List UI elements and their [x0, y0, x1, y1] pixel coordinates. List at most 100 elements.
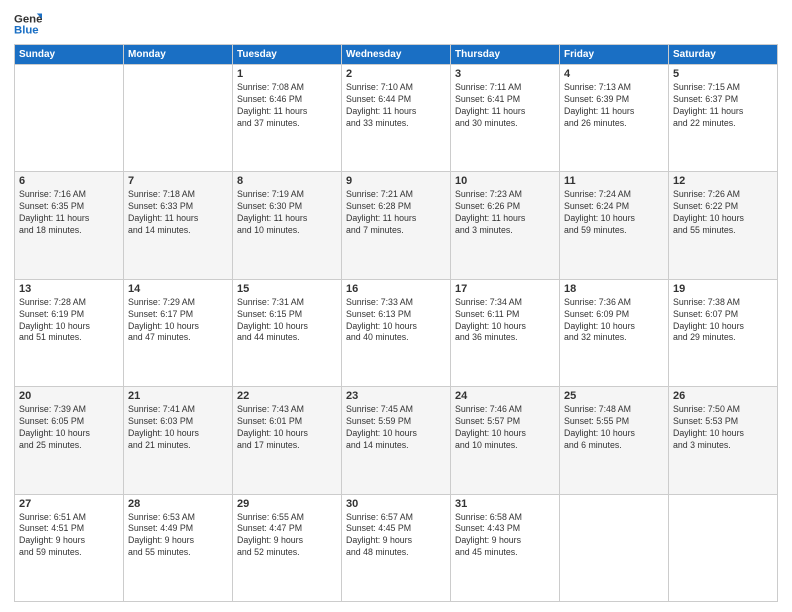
day-info: Sunrise: 6:58 AM Sunset: 4:43 PM Dayligh… [455, 512, 555, 560]
day-number: 5 [673, 68, 773, 80]
day-info: Sunrise: 7:29 AM Sunset: 6:17 PM Dayligh… [128, 297, 228, 345]
calendar-body: 1Sunrise: 7:08 AM Sunset: 6:46 PM Daylig… [15, 65, 778, 602]
day-number: 14 [128, 283, 228, 295]
calendar-cell: 20 Sunrise: 7:39 AM Sunset: 6:05 PM Dayli… [15, 387, 124, 494]
calendar-week-2: 6 Sunrise: 7:16 AM Sunset: 6:35 PM Daylig… [15, 172, 778, 279]
calendar-cell: 19Sunrise: 7:38 AM Sunset: 6:07 PM Dayli… [669, 279, 778, 386]
day-info: Sunrise: 7:43 AM Sunset: 6:01 PM Dayligh… [237, 404, 337, 452]
day-header-friday: Friday [560, 45, 669, 65]
calendar-cell: 23 Sunrise: 7:45 AM Sunset: 5:59 PM Dayli… [342, 387, 451, 494]
day-info: Sunrise: 7:24 AM Sunset: 6:24 PM Dayligh… [564, 189, 664, 237]
calendar-cell: 26 Sunrise: 7:50 AM Sunset: 5:53 PM Dayli… [669, 387, 778, 494]
day-header-thursday: Thursday [451, 45, 560, 65]
day-info: Sunrise: 7:16 AM Sunset: 6:35 PM Dayligh… [19, 189, 119, 237]
day-number: 16 [346, 283, 446, 295]
calendar-week-3: 13Sunrise: 7:28 AM Sunset: 6:19 PM Dayli… [15, 279, 778, 386]
calendar-cell: 21Sunrise: 7:41 AM Sunset: 6:03 PM Dayli… [124, 387, 233, 494]
day-number: 11 [564, 175, 664, 187]
day-info: Sunrise: 7:34 AM Sunset: 6:11 PM Dayligh… [455, 297, 555, 345]
calendar-cell: 1Sunrise: 7:08 AM Sunset: 6:46 PM Daylig… [233, 65, 342, 172]
day-number: 8 [237, 175, 337, 187]
day-number: 18 [564, 283, 664, 295]
calendar-cell: 16 Sunrise: 7:33 AM Sunset: 6:13 PM Dayli… [342, 279, 451, 386]
day-number: 25 [564, 390, 664, 402]
day-number: 29 [237, 498, 337, 510]
day-number: 4 [564, 68, 664, 80]
day-number: 3 [455, 68, 555, 80]
calendar-cell: 17 Sunrise: 7:34 AM Sunset: 6:11 PM Dayli… [451, 279, 560, 386]
day-info: Sunrise: 7:28 AM Sunset: 6:19 PM Dayligh… [19, 297, 119, 345]
day-number: 9 [346, 175, 446, 187]
day-info: Sunrise: 7:21 AM Sunset: 6:28 PM Dayligh… [346, 189, 446, 237]
calendar-cell: 18 Sunrise: 7:36 AM Sunset: 6:09 PM Dayli… [560, 279, 669, 386]
calendar-cell: 14 Sunrise: 7:29 AM Sunset: 6:17 PM Dayli… [124, 279, 233, 386]
calendar-header: SundayMondayTuesdayWednesdayThursdayFrid… [15, 45, 778, 65]
calendar-cell: 28 Sunrise: 6:53 AM Sunset: 4:49 PM Dayli… [124, 494, 233, 601]
day-number: 26 [673, 390, 773, 402]
day-header-tuesday: Tuesday [233, 45, 342, 65]
day-info: Sunrise: 6:53 AM Sunset: 4:49 PM Dayligh… [128, 512, 228, 560]
day-info: Sunrise: 6:55 AM Sunset: 4:47 PM Dayligh… [237, 512, 337, 560]
day-header-monday: Monday [124, 45, 233, 65]
day-number: 20 [19, 390, 119, 402]
calendar-cell: 9 Sunrise: 7:21 AM Sunset: 6:28 PM Daylig… [342, 172, 451, 279]
day-info: Sunrise: 7:45 AM Sunset: 5:59 PM Dayligh… [346, 404, 446, 452]
day-info: Sunrise: 7:26 AM Sunset: 6:22 PM Dayligh… [673, 189, 773, 237]
day-number: 1 [237, 68, 337, 80]
page-header: General Blue [14, 10, 778, 38]
day-info: Sunrise: 7:46 AM Sunset: 5:57 PM Dayligh… [455, 404, 555, 452]
day-info: Sunrise: 6:51 AM Sunset: 4:51 PM Dayligh… [19, 512, 119, 560]
day-info: Sunrise: 7:33 AM Sunset: 6:13 PM Dayligh… [346, 297, 446, 345]
calendar-table: SundayMondayTuesdayWednesdayThursdayFrid… [14, 44, 778, 602]
day-info: Sunrise: 7:11 AM Sunset: 6:41 PM Dayligh… [455, 82, 555, 130]
calendar-cell: 4 Sunrise: 7:13 AM Sunset: 6:39 PM Daylig… [560, 65, 669, 172]
calendar-cell: 12 Sunrise: 7:26 AM Sunset: 6:22 PM Dayli… [669, 172, 778, 279]
calendar-cell: 31 Sunrise: 6:58 AM Sunset: 4:43 PM Dayli… [451, 494, 560, 601]
day-number: 22 [237, 390, 337, 402]
calendar-cell: 25 Sunrise: 7:48 AM Sunset: 5:55 PM Dayli… [560, 387, 669, 494]
logo: General Blue [14, 10, 42, 38]
day-info: Sunrise: 7:48 AM Sunset: 5:55 PM Dayligh… [564, 404, 664, 452]
day-info: Sunrise: 7:50 AM Sunset: 5:53 PM Dayligh… [673, 404, 773, 452]
calendar-cell: 13Sunrise: 7:28 AM Sunset: 6:19 PM Dayli… [15, 279, 124, 386]
day-number: 24 [455, 390, 555, 402]
day-header-wednesday: Wednesday [342, 45, 451, 65]
calendar-week-4: 20 Sunrise: 7:39 AM Sunset: 6:05 PM Dayli… [15, 387, 778, 494]
day-info: Sunrise: 7:38 AM Sunset: 6:07 PM Dayligh… [673, 297, 773, 345]
day-number: 12 [673, 175, 773, 187]
day-number: 27 [19, 498, 119, 510]
day-number: 31 [455, 498, 555, 510]
day-info: Sunrise: 7:23 AM Sunset: 6:26 PM Dayligh… [455, 189, 555, 237]
calendar-cell: 5Sunrise: 7:15 AM Sunset: 6:37 PM Daylig… [669, 65, 778, 172]
calendar-cell: 29 Sunrise: 6:55 AM Sunset: 4:47 PM Dayli… [233, 494, 342, 601]
day-info: Sunrise: 7:36 AM Sunset: 6:09 PM Dayligh… [564, 297, 664, 345]
day-info: Sunrise: 7:13 AM Sunset: 6:39 PM Dayligh… [564, 82, 664, 130]
calendar-cell: 7Sunrise: 7:18 AM Sunset: 6:33 PM Daylig… [124, 172, 233, 279]
calendar-cell: 11 Sunrise: 7:24 AM Sunset: 6:24 PM Dayli… [560, 172, 669, 279]
calendar-cell [124, 65, 233, 172]
day-number: 7 [128, 175, 228, 187]
calendar-cell: 22 Sunrise: 7:43 AM Sunset: 6:01 PM Dayli… [233, 387, 342, 494]
day-number: 2 [346, 68, 446, 80]
day-info: Sunrise: 7:10 AM Sunset: 6:44 PM Dayligh… [346, 82, 446, 130]
day-number: 17 [455, 283, 555, 295]
calendar-cell: 24 Sunrise: 7:46 AM Sunset: 5:57 PM Dayli… [451, 387, 560, 494]
day-number: 23 [346, 390, 446, 402]
calendar-cell: 27 Sunrise: 6:51 AM Sunset: 4:51 PM Dayli… [15, 494, 124, 601]
day-number: 10 [455, 175, 555, 187]
calendar-cell: 10 Sunrise: 7:23 AM Sunset: 6:26 PM Dayli… [451, 172, 560, 279]
logo-icon: General Blue [14, 10, 42, 38]
day-number: 6 [19, 175, 119, 187]
calendar-cell [669, 494, 778, 601]
calendar-cell: 8 Sunrise: 7:19 AM Sunset: 6:30 PM Daylig… [233, 172, 342, 279]
day-info: Sunrise: 7:19 AM Sunset: 6:30 PM Dayligh… [237, 189, 337, 237]
day-number: 28 [128, 498, 228, 510]
day-number: 15 [237, 283, 337, 295]
calendar-cell: 30Sunrise: 6:57 AM Sunset: 4:45 PM Dayli… [342, 494, 451, 601]
day-number: 21 [128, 390, 228, 402]
calendar-cell: 3 Sunrise: 7:11 AM Sunset: 6:41 PM Daylig… [451, 65, 560, 172]
calendar-week-1: 1Sunrise: 7:08 AM Sunset: 6:46 PM Daylig… [15, 65, 778, 172]
day-info: Sunrise: 7:39 AM Sunset: 6:05 PM Dayligh… [19, 404, 119, 452]
calendar-cell: 15Sunrise: 7:31 AM Sunset: 6:15 PM Dayli… [233, 279, 342, 386]
day-info: Sunrise: 6:57 AM Sunset: 4:45 PM Dayligh… [346, 512, 446, 560]
